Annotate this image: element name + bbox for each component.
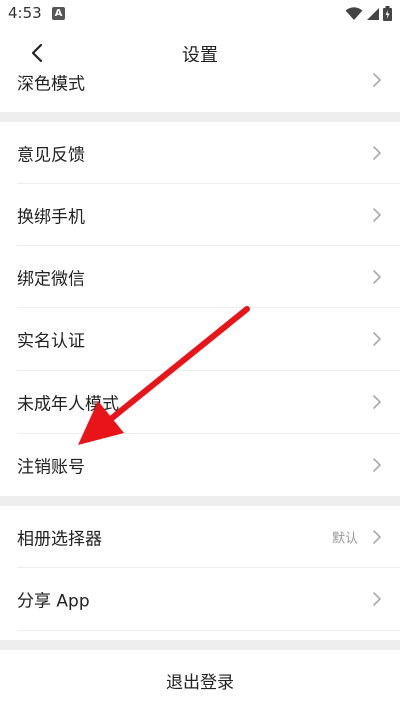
wifi-icon bbox=[345, 6, 363, 20]
settings-item-label: 换绑手机 bbox=[17, 207, 85, 228]
chevron-right-icon bbox=[373, 332, 381, 346]
settings-item-value: 默认 bbox=[331, 531, 358, 547]
settings-item-cancel-account[interactable]: 注销账号 bbox=[0, 434, 400, 496]
section-divider bbox=[0, 496, 400, 506]
settings-item-label: 绑定微信 bbox=[17, 269, 85, 290]
chevron-right-icon bbox=[373, 146, 381, 160]
status-icons bbox=[345, 6, 392, 21]
settings-item-label: 意见反馈 bbox=[17, 145, 85, 166]
chevron-right-icon bbox=[373, 592, 381, 606]
chevron-right-icon bbox=[373, 530, 381, 544]
settings-item-label: 分享 App bbox=[17, 591, 90, 612]
settings-item-dark-mode[interactable]: 深色模式 bbox=[0, 62, 400, 112]
settings-item-album-picker[interactable]: 相册选择器 默认 bbox=[0, 506, 400, 568]
settings-item-minor-mode[interactable]: 未成年人模式 bbox=[0, 371, 400, 433]
settings-item-change-phone[interactable]: 换绑手机 bbox=[0, 184, 400, 246]
section-divider bbox=[0, 640, 400, 650]
notification-badge: A bbox=[52, 7, 65, 20]
settings-item-feedback[interactable]: 意见反馈 bbox=[0, 122, 400, 184]
status-bar: 4:53 A bbox=[0, 0, 400, 28]
settings-item-label: 相册选择器 bbox=[17, 529, 102, 550]
settings-item-share-app[interactable]: 分享 App bbox=[0, 568, 400, 630]
battery-icon bbox=[383, 6, 392, 21]
row-divider bbox=[17, 630, 400, 631]
signal-icon bbox=[367, 7, 379, 20]
settings-item-bind-wechat[interactable]: 绑定微信 bbox=[0, 246, 400, 308]
settings-item-real-name[interactable]: 实名认证 bbox=[0, 308, 400, 370]
settings-item-label: 注销账号 bbox=[17, 457, 85, 478]
section-divider bbox=[0, 112, 400, 122]
chevron-right-icon bbox=[373, 458, 381, 472]
settings-item-label: 深色模式 bbox=[17, 74, 85, 95]
chevron-right-icon bbox=[373, 208, 381, 222]
chevron-right-icon bbox=[373, 395, 381, 409]
chevron-right-icon bbox=[373, 73, 381, 87]
chevron-right-icon bbox=[373, 270, 381, 284]
logout-button[interactable]: 退出登录 bbox=[0, 650, 400, 711]
status-time: 4:53 bbox=[8, 4, 42, 22]
settings-item-label: 未成年人模式 bbox=[17, 394, 119, 415]
settings-item-label: 实名认证 bbox=[17, 331, 85, 352]
